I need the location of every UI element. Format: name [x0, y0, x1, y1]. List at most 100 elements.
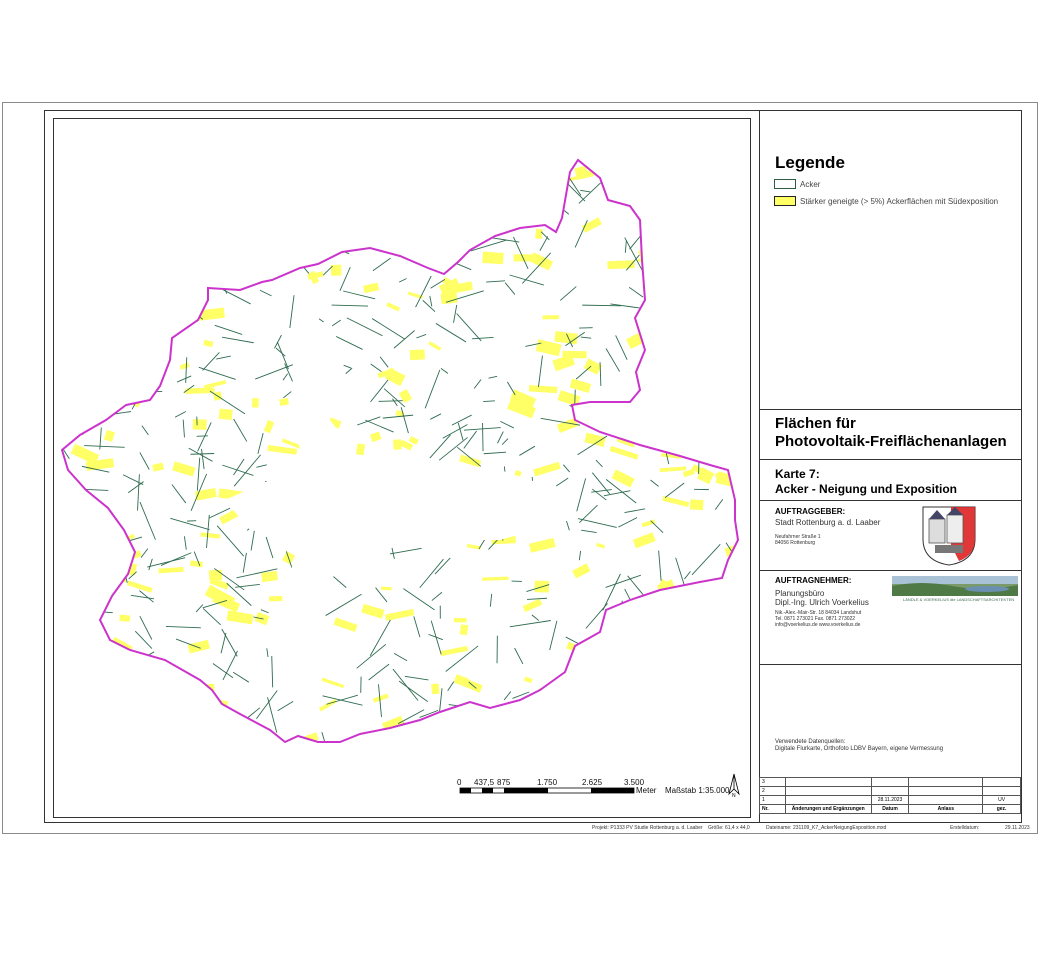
parcel-edge	[90, 559, 105, 572]
south-slope-patch	[132, 352, 158, 361]
south-slope-patch	[693, 672, 712, 683]
south-slope-patch	[192, 252, 220, 265]
south-slope-patch	[279, 398, 289, 406]
parcel-edge	[436, 223, 440, 235]
parcel-edge	[573, 710, 586, 731]
parcel-edge	[622, 639, 641, 666]
parcel-edge	[413, 173, 423, 176]
parcel-edge	[79, 643, 89, 651]
parcel-edge	[749, 387, 755, 428]
south-slope-patch	[365, 211, 376, 222]
parcel-edge	[67, 544, 100, 562]
parcel-edge	[451, 745, 455, 760]
parcel-edge	[605, 414, 610, 423]
client-name: Stadt Rottenburg a. d. Laaber	[775, 518, 881, 527]
south-slope-patch	[86, 241, 109, 247]
parcel-edge	[235, 203, 245, 214]
parcel-edge	[214, 248, 220, 287]
parcel-edge	[214, 191, 232, 210]
parcel-edge	[396, 167, 409, 170]
parcel-edge	[712, 206, 734, 234]
scale-ratio: Maßstab 1:35.000	[665, 786, 730, 795]
parcel-edge	[115, 290, 146, 303]
parcel-edge	[691, 734, 707, 742]
south-slope-patch	[672, 606, 690, 618]
rev-header-note: Anlass	[908, 804, 984, 814]
south-slope-patch	[365, 191, 381, 201]
south-slope-patch	[652, 605, 662, 615]
parcel-edge	[739, 265, 765, 281]
parcel-edge	[686, 204, 723, 227]
parcel-edge	[643, 191, 650, 219]
rev-date	[870, 786, 910, 796]
rev-header-desc: Änderungen und Ergänzungen	[784, 804, 872, 814]
south-slope-patch	[574, 165, 589, 180]
client-label: AUFTRAGGEBER:	[775, 507, 846, 516]
footer-created-date: 29.11.2023	[1005, 825, 1030, 831]
south-slope-patch	[342, 184, 370, 197]
titleblock-divider	[759, 110, 760, 823]
south-slope-patch	[62, 263, 90, 283]
parcel-edge	[639, 607, 645, 627]
legend-swatch-south-slope	[774, 196, 796, 206]
parcel-edge	[720, 368, 738, 374]
parcel-edge	[667, 296, 690, 320]
parcel-edge	[642, 333, 656, 345]
south-slope-patch	[302, 224, 317, 237]
south-slope-patch	[253, 241, 279, 258]
parcel-edge	[571, 651, 578, 677]
south-slope-patch	[313, 209, 345, 230]
parcel-edge	[723, 231, 733, 243]
south-slope-patch	[690, 700, 706, 714]
south-slope-patch	[70, 517, 79, 525]
scale-bar	[459, 787, 635, 794]
parcel-edge	[178, 271, 182, 282]
south-slope-patch	[67, 746, 76, 755]
south-slope-patch	[743, 555, 753, 567]
parcel-edge	[62, 313, 84, 334]
revision-table: 3 2 1 28.11.2023 UV Nr. Änderungen und Ergä…	[759, 777, 1022, 823]
parcel-edge	[508, 702, 516, 740]
parcel-edge	[62, 732, 79, 742]
parcel-edge	[455, 747, 466, 780]
south-slope-patch	[445, 205, 470, 219]
south-slope-patch	[693, 275, 707, 289]
parcel-edge	[68, 230, 72, 253]
parcel-edge	[451, 213, 486, 222]
parcel-edge	[216, 233, 231, 244]
parcel-edge	[696, 195, 712, 211]
south-slope-patch	[690, 414, 699, 422]
parcel-edge	[711, 263, 719, 272]
rev-header-date: Datum	[870, 804, 910, 814]
south-slope-patch	[92, 281, 120, 298]
parcel-edge	[87, 206, 113, 231]
south-slope-patch	[180, 734, 203, 742]
rev-sign	[982, 786, 1021, 796]
rev-desc	[784, 795, 872, 805]
south-slope-patch	[646, 425, 669, 441]
parcel-edge	[268, 235, 281, 270]
parcel-edge	[274, 229, 293, 252]
parcel-edge	[701, 727, 720, 739]
footer-project: Projekt: P1333 PV Studie Rottenburg a. d…	[592, 825, 703, 831]
parcel-edge	[62, 401, 63, 424]
south-slope-patch	[605, 740, 616, 742]
titleblock-rule	[759, 459, 1022, 460]
south-slope-patch	[698, 411, 706, 420]
parcel-edge	[486, 201, 501, 215]
parcel-edge	[672, 388, 686, 396]
parcel-edge	[677, 316, 717, 326]
parcel-edge	[644, 613, 667, 633]
parcel-edge	[715, 722, 738, 734]
parcel-edge	[62, 520, 69, 537]
parcel-edge	[637, 187, 670, 200]
parcel-edge	[77, 419, 81, 429]
parcel-edge	[179, 714, 196, 742]
south-slope-patch	[732, 301, 738, 318]
parcel-edge	[103, 720, 133, 736]
titleblock-edge	[1021, 409, 1022, 823]
rev-desc	[784, 777, 872, 787]
parcel-edge	[266, 231, 280, 245]
parcel-edge	[244, 170, 275, 186]
contractor-label: AUFTRAGNEHMER:	[775, 576, 852, 585]
